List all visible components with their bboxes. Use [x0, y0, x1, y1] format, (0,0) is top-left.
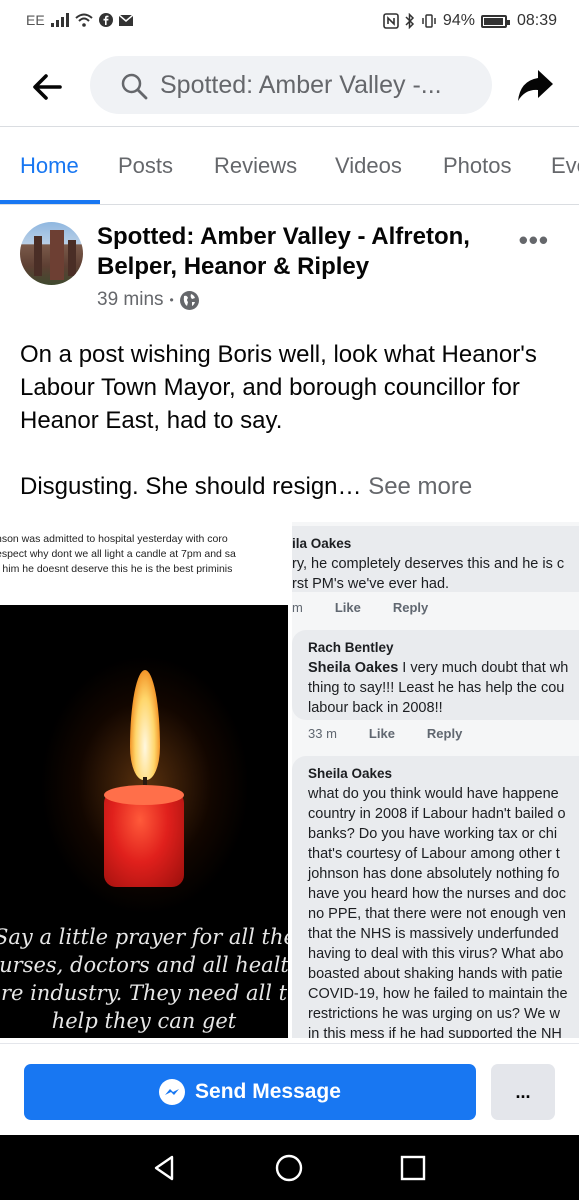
- comment-line: that the NHS is massively underfunded: [308, 926, 559, 942]
- comment-author: Sheila Oakes: [308, 766, 393, 781]
- comment-line: banks? Do you have working tax or chi: [308, 826, 558, 842]
- comment-line: in this mess if he had supported the NH: [308, 1026, 562, 1038]
- comment-bubble: ila Oakes ry, he completely deserves thi…: [292, 526, 579, 592]
- comment-line: what do you think would have happene: [308, 786, 559, 802]
- post-header: Spotted: Amber Valley - Alfreton, Belper…: [0, 205, 579, 315]
- home-circle-icon[interactable]: [274, 1153, 304, 1183]
- recents-square-icon[interactable]: [398, 1153, 428, 1183]
- active-tab-indicator: [0, 200, 100, 204]
- caption-line: espect why dont we all light a candle at…: [0, 548, 236, 560]
- comment-line: labour back in 2008!!: [308, 700, 443, 716]
- comment-author: Rach Bentley: [308, 640, 394, 655]
- post-paragraph-1: On a post wishing Boris well, look what …: [20, 341, 537, 434]
- like-label: Like: [334, 600, 361, 615]
- prayer-line: re industry. They need all t: [0, 981, 288, 1005]
- page-name[interactable]: Spotted: Amber Valley - Alfreton, Belper…: [97, 222, 497, 282]
- send-message-label: Send Message: [195, 1080, 341, 1103]
- carrier-label: EE: [26, 12, 45, 28]
- more-actions-button[interactable]: ...: [491, 1064, 555, 1120]
- candle-caption: nson was admitted to hospital yesterday …: [0, 532, 292, 577]
- comment-line: thing to say!!! Least he has help the co…: [308, 680, 565, 696]
- comment-line-rest: I very much doubt that wh: [398, 660, 569, 676]
- caption-line: r him he doesnt deserve this he is the b…: [0, 563, 233, 575]
- comment-line: COVID-19, how he failed to maintain the: [308, 986, 568, 1002]
- status-left: EE: [26, 12, 133, 28]
- post-paragraph-2: Disgusting. She should resign… See more: [20, 470, 560, 503]
- candle-screenshot: nson was admitted to hospital yesterday …: [0, 522, 292, 1038]
- reply-label: Reply: [426, 726, 463, 741]
- comment-actions: 33 m Like Reply: [308, 726, 494, 741]
- battery-percent: 94%: [442, 12, 475, 29]
- comment-line: that's courtesy of Labour among other t: [308, 846, 560, 862]
- caption-line: nson was admitted to hospital yesterday …: [0, 533, 228, 545]
- status-right: 94% 08:39: [383, 12, 557, 30]
- comment-line: ry, he completely deserves this and he i…: [292, 556, 565, 572]
- back-arrow-icon[interactable]: [30, 70, 64, 104]
- tab-posts[interactable]: Posts: [118, 153, 173, 179]
- comment-bubble: Rach Bentley Sheila Oakes I very much do…: [292, 630, 579, 720]
- post-text: On a post wishing Boris well, look what …: [20, 338, 560, 503]
- candle-image: Say a little prayer for all the urses, d…: [0, 605, 288, 1038]
- candle: [104, 791, 184, 887]
- tab-events[interactable]: Eve: [551, 153, 579, 179]
- comment-author: ila Oakes: [292, 536, 352, 551]
- reply-label: Reply: [392, 600, 429, 615]
- prayer-line: Say a little prayer for all the: [0, 925, 288, 949]
- comment-bubble: Sheila Oakes what do you think would hav…: [292, 756, 579, 1038]
- post-time[interactable]: 39 mins: [97, 289, 164, 311]
- comment-mention: Sheila Oakes: [308, 660, 399, 676]
- status-bar: EE 94% 08:39: [0, 0, 579, 44]
- tab-photos[interactable]: Photos: [443, 153, 512, 179]
- comment-line: rst PM's we've ever had.: [292, 576, 450, 592]
- search-icon: [121, 73, 148, 100]
- comment-time: m: [292, 600, 303, 615]
- comment-line: have you heard how the nurses and doc: [308, 886, 566, 902]
- tab-videos[interactable]: Videos: [335, 153, 402, 179]
- comment-time: 33 m: [308, 726, 337, 741]
- tab-home[interactable]: Home: [20, 153, 79, 179]
- like-label: Like: [368, 726, 395, 741]
- back-triangle-icon[interactable]: [150, 1153, 180, 1183]
- wifi-icon: [75, 13, 93, 27]
- prayer-line: urses, doctors and all healt: [0, 953, 288, 977]
- globe-icon: [179, 290, 199, 310]
- comment-line: boasted about shaking hands with patie: [308, 966, 563, 982]
- share-icon[interactable]: [515, 66, 555, 106]
- page-tabs: Home Posts Reviews Videos Photos Eve: [0, 126, 579, 205]
- comments-screenshot: ila Oakes ry, he completely deserves thi…: [292, 522, 579, 1038]
- post-image[interactable]: nson was admitted to hospital yesterday …: [0, 522, 579, 1038]
- tab-reviews[interactable]: Reviews: [214, 153, 297, 179]
- nfc-icon: [383, 13, 399, 29]
- clock: 08:39: [516, 12, 557, 29]
- vibrate-icon: [422, 14, 436, 28]
- comment-line: country in 2008 if Labour hadn't bailed …: [308, 806, 566, 822]
- post-options-button[interactable]: •••: [519, 225, 549, 256]
- post-meta: 39 mins •: [97, 289, 199, 311]
- comment-line-1: Sheila Oakes I very much doubt that wh: [308, 658, 579, 678]
- candle-top: [104, 785, 184, 805]
- bottom-action-bar: Send Message ...: [0, 1043, 579, 1136]
- comment-line: no PPE, that there were not enough ven: [308, 906, 566, 922]
- comment-line: restrictions he was urging on us? We w: [308, 1006, 560, 1022]
- comment-line: having to deal with this virus? What abo: [308, 946, 564, 962]
- see-more-link[interactable]: See more: [368, 473, 472, 500]
- messenger-icon: [159, 1079, 186, 1105]
- comment-line: johnson has done absolutely nothing fo: [308, 866, 560, 882]
- mail-icon: [118, 14, 133, 26]
- prayer-text: Say a little prayer for all the urses, d…: [0, 923, 288, 1035]
- search-field[interactable]: Spotted: Amber Valley -...: [90, 56, 492, 114]
- top-bar: Spotted: Amber Valley -...: [0, 44, 579, 126]
- facebook-icon: [98, 13, 113, 27]
- battery-icon: [480, 14, 510, 28]
- signal-icon: [50, 13, 69, 27]
- bluetooth-icon: [405, 13, 414, 29]
- system-nav-bar: [0, 1135, 579, 1200]
- search-text: Spotted: Amber Valley -...: [160, 70, 442, 99]
- meta-separator: •: [169, 293, 174, 307]
- avatar[interactable]: [20, 222, 83, 285]
- comment-actions: m Like Reply: [292, 600, 460, 615]
- post-paragraph-2-text: Disgusting. She should resign…: [20, 473, 369, 500]
- send-message-button[interactable]: Send Message: [24, 1064, 476, 1120]
- prayer-line: help they can get: [51, 1009, 237, 1033]
